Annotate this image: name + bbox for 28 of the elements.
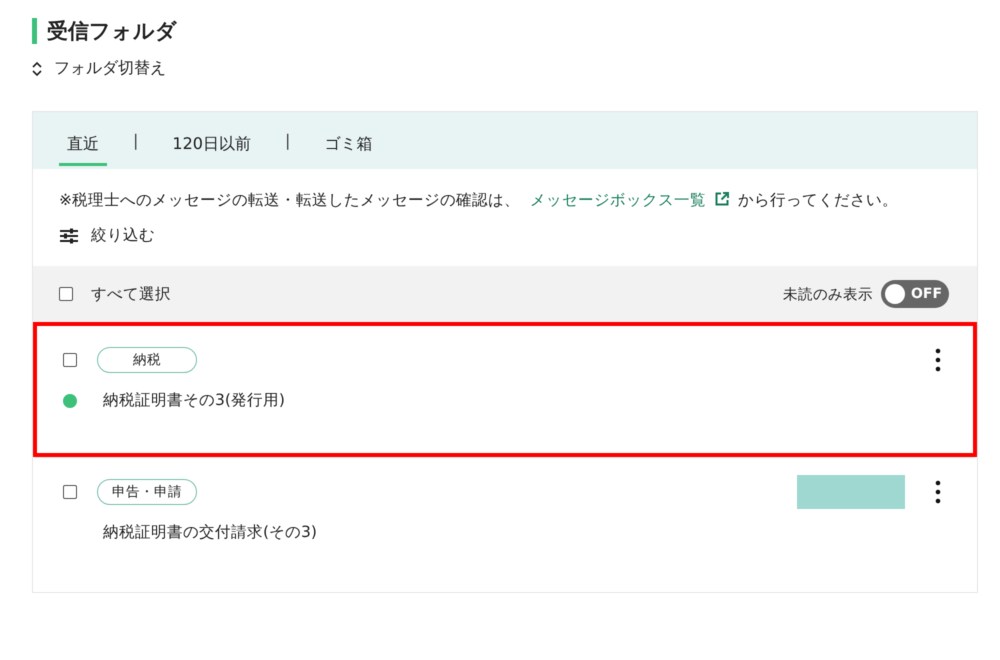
notice-text: ※税理士へのメッセージの転送・転送したメッセージの確認は、 メッセージボックス一覧 から行ってください。 bbox=[59, 190, 899, 211]
filter-button[interactable]: 絞り込む bbox=[59, 225, 155, 246]
title-accent-bar bbox=[32, 18, 37, 44]
vertical-dots-icon bbox=[935, 348, 941, 372]
folder-switch-button[interactable]: フォルダ切替え bbox=[32, 58, 166, 79]
category-tag: 申告・申請 bbox=[97, 479, 197, 505]
message-title[interactable]: 納税証明書の交付請求(その3) bbox=[103, 522, 317, 543]
message-title[interactable]: 納税証明書その3(発行用) bbox=[103, 390, 285, 411]
folder-tab[interactable]: ゴミ箱 bbox=[316, 122, 380, 166]
select-all-checkbox[interactable] bbox=[59, 287, 73, 301]
vertical-dots-icon bbox=[935, 480, 941, 504]
message-checkbox[interactable] bbox=[63, 353, 77, 367]
up-down-chevron-icon bbox=[32, 60, 42, 76]
tab-separator: | bbox=[133, 131, 138, 150]
folder-tab[interactable]: 直近 bbox=[59, 122, 107, 166]
message-checkbox[interactable] bbox=[63, 485, 77, 499]
message-row[interactable]: 申告・申請 納税証明書の交付請求(その3) bbox=[33, 457, 977, 592]
external-link-icon bbox=[714, 191, 730, 207]
highlighted-message-row[interactable]: 納税 納税証明書その3(発行用) bbox=[33, 322, 977, 457]
tab-separator: | bbox=[284, 131, 290, 150]
folder-tab[interactable]: 120日以前 bbox=[164, 122, 259, 166]
category-tag: 納税 bbox=[97, 347, 197, 373]
message-box-list-link[interactable]: メッセージボックス一覧 bbox=[530, 191, 730, 209]
unread-only-label: 未読のみ表示 bbox=[783, 286, 873, 304]
page-title: 受信フォルダ bbox=[47, 18, 177, 45]
select-all-label: すべて選択 bbox=[91, 284, 171, 304]
unread-only-toggle[interactable]: OFF bbox=[881, 280, 949, 308]
sliders-icon bbox=[59, 228, 79, 244]
